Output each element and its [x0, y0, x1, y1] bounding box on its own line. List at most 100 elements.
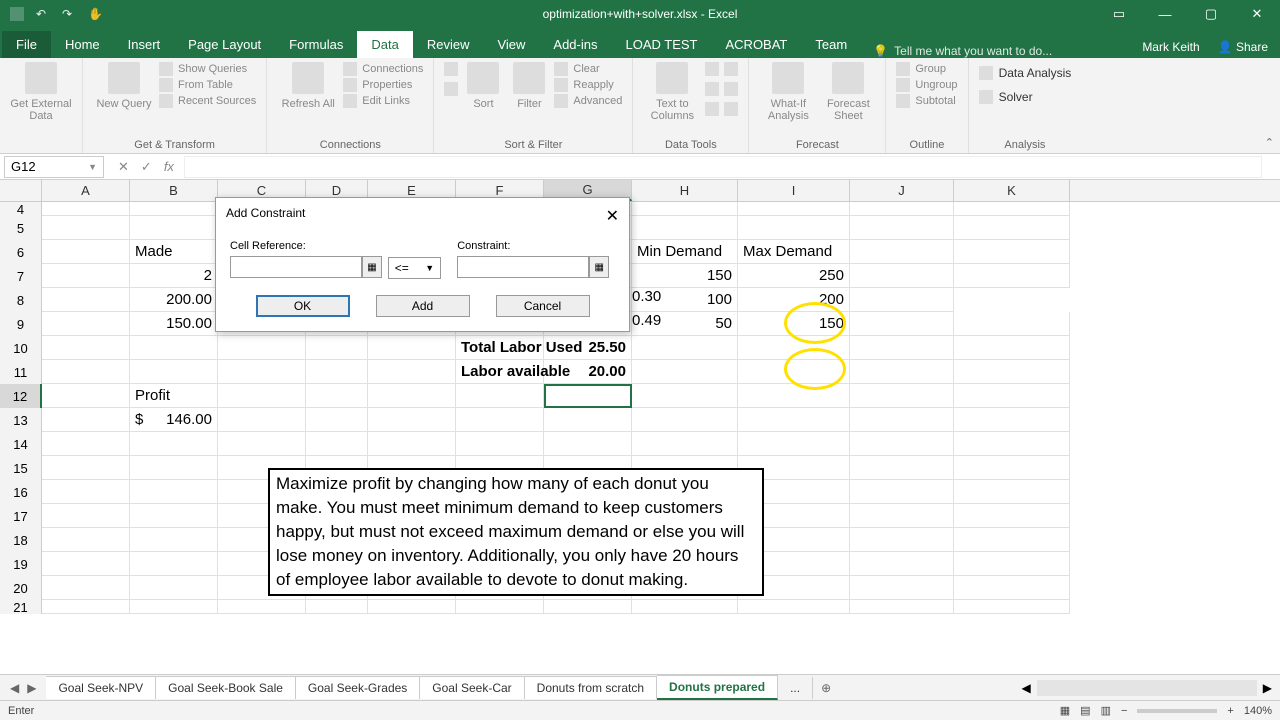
tell-me-search[interactable]: 💡 Tell me what you want to do...	[873, 44, 1052, 58]
redo-icon[interactable]: ↷	[62, 7, 76, 21]
tab-addins[interactable]: Add-ins	[539, 31, 611, 58]
tab-formulas[interactable]: Formulas	[275, 31, 357, 58]
cell-made[interactable]: Made	[130, 240, 218, 264]
row-8[interactable]: 8	[0, 288, 42, 312]
cell-I8[interactable]: 200	[738, 288, 850, 312]
share-button[interactable]: 👤 Share	[1218, 40, 1268, 54]
tab-acrobat[interactable]: ACROBAT	[712, 31, 802, 58]
col-J[interactable]: J	[850, 180, 954, 201]
row-10[interactable]: 10	[0, 336, 42, 360]
sheet-tab-4[interactable]: Goal Seek-Car	[420, 676, 524, 699]
tab-page-layout[interactable]: Page Layout	[174, 31, 275, 58]
formula-input[interactable]	[184, 156, 1262, 178]
cancel-button[interactable]: Cancel	[496, 295, 590, 317]
tab-file[interactable]: File	[2, 31, 51, 58]
cell-tlu[interactable]: Total Labor Used	[456, 336, 544, 360]
undo-icon[interactable]: ↶	[36, 7, 50, 21]
row-7[interactable]: 7	[0, 264, 42, 288]
get-external-data-button[interactable]: Get External Data	[10, 62, 72, 122]
sheet-nav-next[interactable]: ▶	[27, 681, 36, 695]
sheet-tab-6[interactable]: Donuts prepared	[657, 675, 778, 700]
row-16[interactable]: 16	[0, 480, 42, 504]
instruction-textbox[interactable]: Maximize profit by changing how many of …	[268, 468, 764, 596]
row-21[interactable]: 21	[0, 600, 42, 614]
row-6[interactable]: 6	[0, 240, 42, 264]
connections-button[interactable]: Connections	[343, 62, 423, 76]
cell-B13[interactable]: $146.00	[130, 408, 218, 432]
tab-home[interactable]: Home	[51, 31, 114, 58]
filter-button[interactable]: Filter	[508, 62, 550, 110]
sort-button[interactable]: Sort	[462, 62, 504, 110]
tab-team[interactable]: Team	[801, 31, 861, 58]
tab-insert[interactable]: Insert	[114, 31, 175, 58]
row-11[interactable]: 11	[0, 360, 42, 384]
zoom-slider[interactable]	[1137, 709, 1217, 713]
confirm-entry-icon[interactable]: ✓	[141, 159, 152, 175]
zoom-out-icon[interactable]: −	[1121, 705, 1127, 717]
sort-desc-button[interactable]	[444, 82, 458, 96]
show-queries-button[interactable]: Show Queries	[159, 62, 256, 76]
hscroll-track[interactable]	[1037, 680, 1257, 696]
name-box[interactable]: G12▼	[4, 156, 104, 178]
row-18[interactable]: 18	[0, 528, 42, 552]
tab-view[interactable]: View	[483, 31, 539, 58]
text-to-columns-button[interactable]: Text to Columns	[643, 62, 701, 122]
consolidate-icon[interactable]	[724, 62, 738, 76]
touch-mode-icon[interactable]: ✋	[88, 7, 102, 21]
tab-loadtest[interactable]: LOAD TEST	[611, 31, 711, 58]
minimize-icon[interactable]: —	[1142, 0, 1188, 28]
ok-button[interactable]: OK	[256, 295, 350, 317]
col-B[interactable]: B	[130, 180, 218, 201]
save-icon[interactable]	[10, 7, 24, 21]
remove-dup-icon[interactable]	[705, 82, 719, 96]
properties-button[interactable]: Properties	[343, 78, 423, 92]
relationships-icon[interactable]	[724, 82, 738, 96]
clear-button[interactable]: Clear	[554, 62, 622, 76]
hscroll-right[interactable]: ▶	[1263, 681, 1272, 695]
edit-links-button[interactable]: Edit Links	[343, 94, 423, 108]
row-20[interactable]: 20	[0, 576, 42, 600]
cell-G12-selected[interactable]	[544, 384, 632, 408]
forecast-button[interactable]: Forecast Sheet	[821, 62, 875, 122]
row-15[interactable]: 15	[0, 456, 42, 480]
cell-G10[interactable]: 25.50	[544, 336, 632, 360]
view-break-icon[interactable]: ▥	[1101, 704, 1111, 717]
col-H[interactable]: H	[632, 180, 738, 201]
user-name[interactable]: Mark Keith	[1142, 40, 1199, 54]
constraint-input[interactable]	[457, 256, 589, 278]
fx-icon[interactable]: fx	[164, 159, 174, 175]
collapse-ribbon-icon[interactable]: ⌃	[1265, 136, 1274, 149]
cell-I9[interactable]: 150	[738, 312, 850, 336]
cell-B9[interactable]: 150.00	[130, 312, 218, 336]
chevron-down-icon[interactable]: ▼	[88, 162, 97, 172]
worksheet-grid[interactable]: A B C D E F G H I J K 4 5 6Madefit per d…	[0, 180, 1280, 614]
maximize-icon[interactable]: ▢	[1188, 0, 1234, 28]
col-I[interactable]: I	[738, 180, 850, 201]
ribbon-options-icon[interactable]: ▭	[1096, 0, 1142, 28]
cellref-picker-icon[interactable]: ▦	[362, 256, 382, 278]
hscroll-left[interactable]: ◀	[1022, 681, 1031, 695]
row-13[interactable]: 13	[0, 408, 42, 432]
sheet-tab-5[interactable]: Donuts from scratch	[525, 676, 657, 699]
tab-data[interactable]: Data	[357, 31, 412, 58]
sheet-tab-2[interactable]: Goal Seek-Book Sale	[156, 676, 296, 699]
row-9[interactable]: 9	[0, 312, 42, 336]
reapply-button[interactable]: Reapply	[554, 78, 622, 92]
refresh-all-button[interactable]: Refresh All	[277, 62, 339, 110]
cell-G11[interactable]: 20.00	[544, 360, 632, 384]
cell-B7[interactable]: 2	[130, 264, 218, 288]
row-17[interactable]: 17	[0, 504, 42, 528]
cell-profit-hdr[interactable]: Profit	[130, 384, 218, 408]
data-analysis-button[interactable]: Data Analysis	[979, 64, 1072, 82]
row-4[interactable]: 4	[0, 202, 42, 216]
constraint-picker-icon[interactable]: ▦	[589, 256, 609, 278]
cell-maxdem-hdr[interactable]: Max Demand	[738, 240, 850, 264]
add-button[interactable]: Add	[376, 295, 470, 317]
cellref-input[interactable]	[230, 256, 362, 278]
advanced-button[interactable]: Advanced	[554, 94, 622, 108]
row-12[interactable]: 12	[0, 384, 42, 408]
data-val-icon[interactable]	[705, 102, 719, 116]
row-5[interactable]: 5	[0, 216, 42, 240]
sheet-more[interactable]: ...	[778, 677, 813, 699]
from-table-button[interactable]: From Table	[159, 78, 256, 92]
